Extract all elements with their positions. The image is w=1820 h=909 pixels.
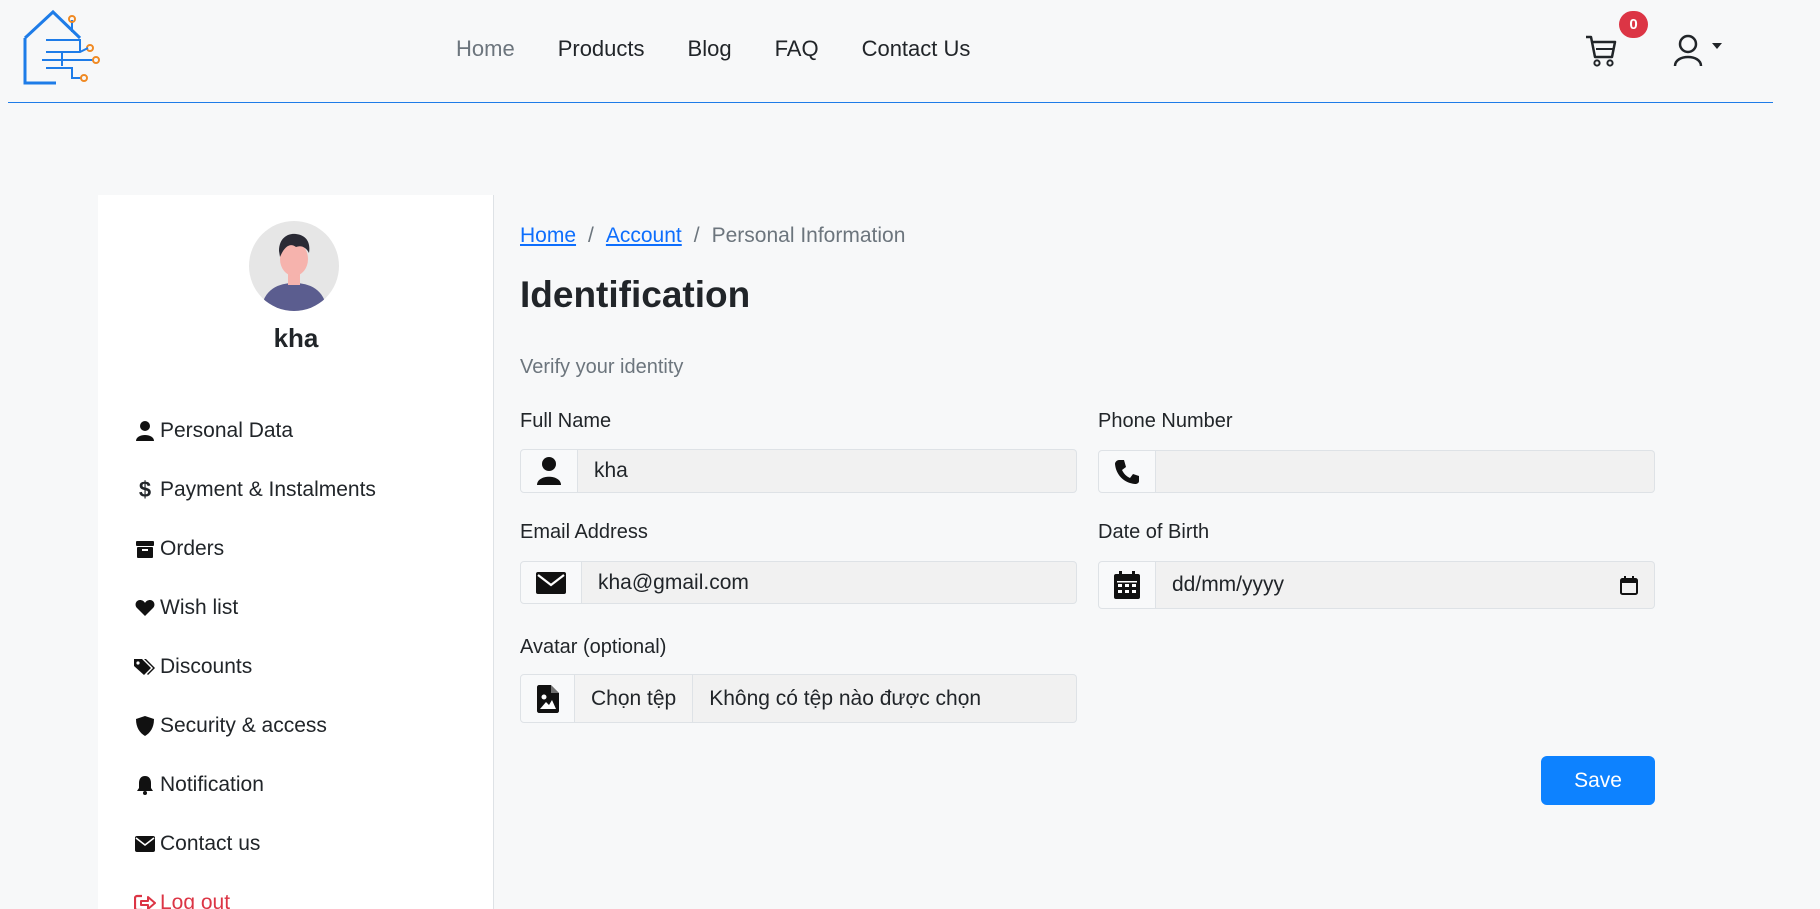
cart-icon[interactable] (1584, 32, 1618, 68)
save-button[interactable]: Save (1541, 756, 1655, 805)
date-picker-icon[interactable] (1620, 575, 1638, 595)
box-icon (134, 538, 156, 560)
sidebar-item-label: Personal Data (160, 418, 294, 442)
sidebar-item-notification[interactable]: Notification (134, 755, 376, 814)
file-image-icon (520, 674, 575, 723)
sidebar-item-label: Payment & Instalments (160, 477, 376, 501)
date-of-birth-group: dd/mm/yyyy (1098, 561, 1655, 609)
email-input[interactable] (582, 561, 1077, 604)
avatar-person-icon (261, 233, 327, 311)
user-icon (134, 420, 156, 442)
email-label: Email Address (520, 521, 648, 543)
sidebar-item-label: Contact us (160, 831, 261, 855)
phone-number-group (1098, 450, 1655, 493)
envelope-icon (134, 833, 156, 855)
breadcrumb-separator: / (588, 224, 594, 247)
date-of-birth-input[interactable]: dd/mm/yyyy (1156, 561, 1655, 609)
shield-icon (134, 715, 156, 737)
avatar-upload-group: Chọn tệp Không có tệp nào được chọn (520, 674, 1077, 723)
sidebar-item-logout[interactable]: Log out (134, 873, 376, 909)
date-of-birth-label: Date of Birth (1098, 521, 1210, 543)
tags-icon (134, 656, 156, 678)
phone-icon (1098, 450, 1156, 493)
cart-count-badge: 0 (1619, 11, 1648, 38)
file-status-text: Không có tệp nào được chọn (693, 674, 1077, 723)
breadcrumb-separator: / (693, 224, 700, 247)
page-title: Identification (520, 274, 751, 315)
full-name-group (520, 449, 1077, 493)
profile-username: kha (273, 323, 319, 353)
breadcrumb-account-link[interactable]: Account (606, 224, 682, 248)
breadcrumb-current: Personal Information (711, 224, 906, 247)
main-nav: Home Products Blog FAQ Contact Us (456, 36, 970, 62)
choose-file-button[interactable]: Chọn tệp (575, 674, 694, 723)
envelope-icon (520, 561, 582, 604)
nav-contact-us[interactable]: Contact Us (862, 36, 971, 62)
nav-home[interactable]: Home (456, 36, 515, 62)
sidebar-item-label: Security & access (160, 713, 327, 737)
heart-icon (134, 597, 156, 619)
email-group (520, 561, 1077, 604)
account-sidebar: kha Personal Data $ Payment & Instalment… (98, 195, 494, 909)
phone-number-input[interactable] (1156, 450, 1655, 493)
breadcrumb: Home / Account / Personal Information (520, 224, 905, 248)
dollar-icon: $ (138, 476, 152, 502)
page-subtitle: Verify your identity (520, 356, 684, 378)
date-placeholder: dd/mm/yyyy (1172, 573, 1285, 596)
sidebar-item-label: Notification (160, 772, 264, 796)
header-divider (8, 102, 1773, 103)
nav-faq[interactable]: FAQ (775, 36, 819, 62)
sidebar-item-security[interactable]: Security & access (134, 696, 376, 755)
sidebar-item-payment[interactable]: $ Payment & Instalments (134, 460, 376, 519)
nav-products[interactable]: Products (558, 36, 645, 62)
avatar (249, 221, 339, 311)
sign-out-icon (134, 892, 156, 909)
account-menu: Personal Data $ Payment & Instalments Or… (134, 401, 376, 909)
sidebar-item-personal-data[interactable]: Personal Data (134, 401, 376, 460)
sidebar-item-label: Discounts (160, 654, 253, 678)
phone-number-label: Phone Number (1098, 410, 1233, 432)
breadcrumb-home-link[interactable]: Home (520, 224, 576, 248)
sidebar-item-label: Orders (160, 536, 225, 560)
bell-icon (134, 774, 156, 796)
user-menu-icon[interactable] (1672, 32, 1732, 70)
sidebar-item-label: Wish list (160, 595, 239, 619)
full-name-label: Full Name (520, 410, 612, 432)
full-name-input[interactable] (578, 449, 1077, 493)
avatar-label: Avatar (optional) (520, 636, 667, 658)
nav-blog[interactable]: Blog (688, 36, 732, 62)
logo-icon[interactable] (22, 8, 100, 88)
sidebar-item-discounts[interactable]: Discounts (134, 637, 376, 696)
site-header: Home Products Blog FAQ Contact Us 0 (0, 0, 1820, 104)
calendar-icon (1098, 561, 1156, 609)
sidebar-item-wish-list[interactable]: Wish list (134, 578, 376, 637)
user-icon (520, 449, 578, 493)
sidebar-item-contact-us[interactable]: Contact us (134, 814, 376, 873)
sidebar-item-orders[interactable]: Orders (134, 519, 376, 578)
sidebar-item-label: Log out (160, 890, 231, 909)
